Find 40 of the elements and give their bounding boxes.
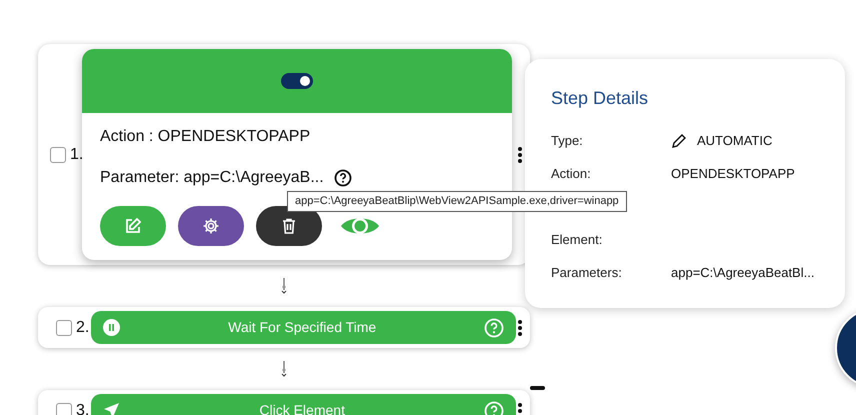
connector-arrow-icon [281, 361, 287, 377]
delete-button[interactable] [256, 206, 322, 246]
more-vertical-icon [518, 146, 522, 162]
step-bar[interactable]: Wait For Specified Time [91, 311, 516, 344]
step-title: Wait For Specified Time [227, 318, 378, 337]
cursor-arrow-icon [103, 402, 120, 415]
help-icon [484, 318, 504, 338]
settings-button[interactable] [178, 206, 244, 246]
more-vertical-icon [518, 402, 522, 415]
edit-button[interactable] [100, 206, 166, 246]
connector-arrow-icon [281, 278, 287, 294]
step-bar[interactable]: Click Element [91, 394, 516, 415]
step-number: 2. [76, 318, 90, 338]
tooltip: app=C:\AgreeyaBeatBlip\WebView2APISample.exe,driver=winapp [287, 191, 627, 212]
more-vertical-icon [518, 320, 522, 336]
trash-icon [281, 218, 297, 234]
step-title: Click Element [258, 401, 346, 415]
dash-mark [530, 386, 545, 390]
field-value: app=C:\AgreeyaBeatBl... [671, 264, 814, 282]
step-checkbox[interactable] [56, 320, 72, 336]
settings-icon [202, 217, 220, 235]
step-checkbox[interactable] [50, 146, 66, 162]
toggle-switch[interactable] [281, 73, 313, 89]
help-icon [334, 169, 352, 187]
field-label: Element: [551, 230, 604, 249]
step-checkbox[interactable] [56, 402, 72, 415]
field-label: Type: [551, 132, 584, 150]
field-value: AUTOMATIC [697, 132, 772, 150]
step-number: 3. [76, 400, 90, 415]
field-value: OPENDESKTOPAPP [671, 164, 795, 183]
pause-icon [103, 319, 120, 336]
field-label: Parameters: [551, 264, 623, 282]
pencil-icon [671, 132, 687, 148]
field-label: Action: [551, 164, 592, 183]
parameter-text: Parameter: app=C:\AgreeyaB... [100, 168, 324, 188]
help-icon [484, 400, 504, 415]
action-text: Action : OPENDESKTOPAPP [100, 127, 312, 147]
edit-icon [124, 217, 142, 235]
step-number: 1. [70, 144, 84, 164]
popup-title: Step Details [551, 87, 650, 110]
